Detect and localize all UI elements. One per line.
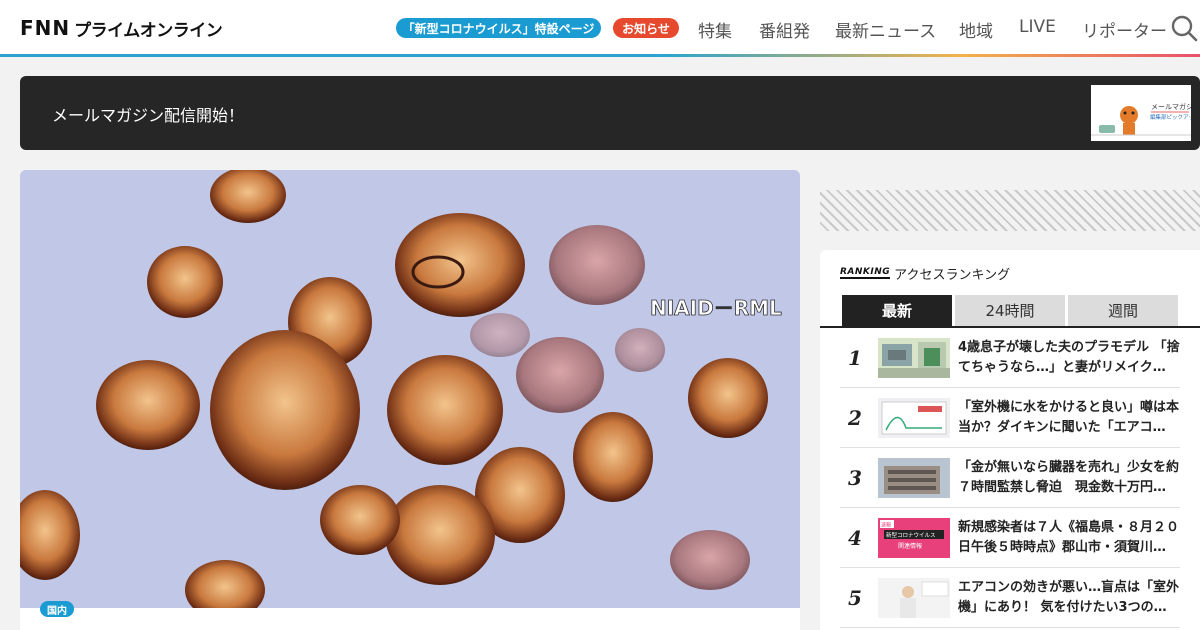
- ranking-label-en: RANKING: [840, 267, 891, 279]
- thumbnail-image: [878, 458, 950, 498]
- thumb-label-topic: 新型コロナウイルス: [886, 531, 936, 539]
- nav-reporter[interactable]: リポーター: [1082, 17, 1167, 42]
- ranking-headline: エアコンの効きが悪い…盲点は「室外機」にあり！ 気を付けたい3つの…: [958, 580, 1180, 615]
- ranking-headline: 「室外機に水をかけると良い」噂は本当か？ダイキンに聞いた「エアコ…: [958, 400, 1180, 435]
- thumbnail-image: 速報 新型コロナウイルス 関連情報: [878, 518, 950, 558]
- thumb-label-info: 関連情報: [898, 542, 922, 550]
- newsletter-thumbnail: メールマガジン 編集部ピックアップ: [1091, 85, 1191, 141]
- newsletter-banner[interactable]: メールマガジン配信開始！ メールマガジン 編集部ピックアップ: [20, 76, 1200, 150]
- site-logo[interactable]: FNN プライムオンライン: [20, 16, 223, 41]
- ranking-tabs: 最新 24時間 週間: [842, 295, 1178, 326]
- top-article-card[interactable]: NIAID－RML 国内: [20, 170, 800, 630]
- tab-weekly[interactable]: 週間: [1068, 295, 1178, 326]
- rank-number: 5: [848, 586, 862, 610]
- nav-features[interactable]: 特集: [698, 17, 732, 42]
- ranking-headline: 新規感染者は７人《福島県・８月２０日午後５時時点》郡山市・須賀川…: [958, 520, 1180, 555]
- logo-fnn: FNN: [20, 16, 71, 40]
- logo-subtitle: プライムオンライン: [74, 20, 223, 41]
- virus-micrograph-image: NIAID－RML: [20, 170, 800, 608]
- header-accent-line: [0, 54, 1200, 57]
- ranking-heading: RANKING アクセスランキング: [840, 265, 1011, 283]
- ranking-title: アクセスランキング: [894, 267, 1011, 283]
- thumbnail-image: [878, 338, 950, 378]
- corona-special-page-link[interactable]: 「新型コロナウイルス」特設ページ: [396, 18, 601, 38]
- thumb-title: メールマガジン: [1151, 102, 1191, 111]
- ranking-item[interactable]: 4 速報 新型コロナウイルス 関連情報 新規感染者は７人《福島県・８月２０日午後…: [840, 508, 1180, 568]
- thumbnail-image: [878, 578, 950, 618]
- ranking-item[interactable]: 3 「金が無いなら臓器を売れ」少女を約７時間監禁し脅迫 現金数十万円…: [840, 448, 1180, 508]
- site-header: FNN プライムオンライン 「新型コロナウイルス」特設ページ お知らせ 特集 番…: [0, 0, 1200, 54]
- thumb-label-flash: 速報: [881, 523, 891, 529]
- tab-24h[interactable]: 24時間: [955, 295, 1065, 326]
- tab-latest[interactable]: 最新: [842, 295, 952, 326]
- nav-live[interactable]: LIVE: [1019, 17, 1056, 39]
- ad-placeholder: [820, 190, 1200, 231]
- ranking-item[interactable]: 1 4歳息子が壊した夫のプラモデル 「捨てちゃうなら…」と妻がリメイク…: [840, 328, 1180, 388]
- nav-region[interactable]: 地域: [959, 17, 993, 42]
- nav-latest-news[interactable]: 最新ニュース: [835, 17, 936, 42]
- ranking-headline: 「金が無いなら臓器を売れ」少女を約７時間監禁し脅迫 現金数十万円…: [958, 460, 1180, 495]
- thumbnail-image: [878, 398, 950, 438]
- ranking-item[interactable]: 5 エアコンの効きが悪い…盲点は「室外機」にあり！ 気を付けたい3つの…: [840, 568, 1180, 628]
- nav-programs[interactable]: 番組発: [759, 17, 810, 42]
- notice-link[interactable]: お知らせ: [613, 18, 679, 38]
- rank-number: 2: [848, 406, 862, 430]
- rank-number: 1: [848, 346, 862, 370]
- ranking-headline: 4歳息子が壊した夫のプラモデル 「捨てちゃうなら…」と妻がリメイク…: [958, 340, 1180, 375]
- thumb-subtitle: 編集部ピックアップ: [1150, 113, 1191, 121]
- category-tag[interactable]: 国内: [40, 601, 74, 617]
- image-credit-watermark: NIAID－RML: [650, 296, 782, 320]
- ranking-item[interactable]: 2 「室外機に水をかけると良い」噂は本当か？ダイキンに聞いた「エアコ…: [840, 388, 1180, 448]
- rank-number: 3: [848, 466, 862, 490]
- banner-text: メールマガジン配信開始！: [52, 106, 245, 125]
- rank-number: 4: [848, 526, 862, 550]
- access-ranking-panel: RANKING アクセスランキング 最新 24時間 週間 1 4歳息子が壊した夫…: [820, 250, 1200, 630]
- search-icon[interactable]: [1170, 14, 1198, 42]
